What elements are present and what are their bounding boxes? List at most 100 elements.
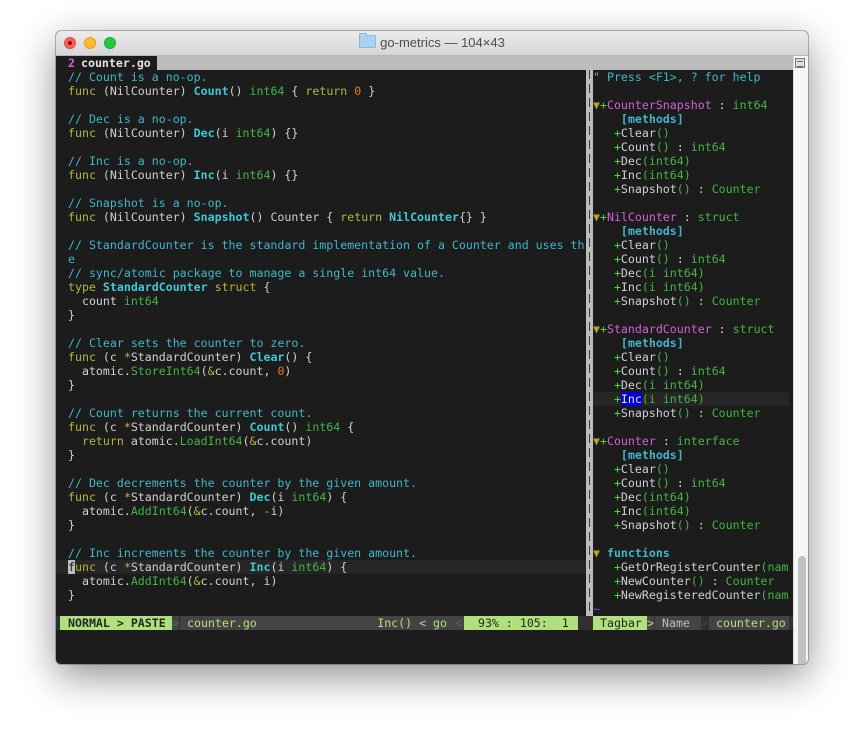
code-editor-pane[interactable]: // Count is a no-op. func (NilCounter) Co… [56,70,586,616]
tagbar-entry[interactable]: ~ [593,602,789,616]
code-line[interactable]: // StandardCounter is the standard imple… [56,238,586,252]
code-line[interactable]: // Count returns the current count. [56,406,586,420]
tagbar-entry[interactable] [593,84,789,98]
code-line[interactable] [56,98,586,112]
tagbar-entry[interactable]: +Dec(int64) [593,490,789,504]
code-line[interactable]: // sync/atomic package to manage a singl… [56,266,586,280]
tagbar-entry[interactable]: +NewRegisteredCounter(nam [593,588,789,602]
code-line[interactable] [56,322,586,336]
code-line[interactable]: func (NilCounter) Inc(i int64) {} [56,168,586,182]
tagbar-entry[interactable]: +Count() : int64 [593,140,789,154]
code-line[interactable]: } [56,378,586,392]
token: + [593,182,621,196]
code-line[interactable] [56,140,586,154]
tagbar-entry[interactable]: +Snapshot() : Counter [593,406,789,420]
tagbar-entry[interactable]: +Dec(i int64) [593,266,789,280]
code-line[interactable]: } [56,518,586,532]
tagbar-entry[interactable]: +Inc(i int64) [593,280,789,294]
tagbar-pane[interactable]: " Press <F1>, ? for help ▼+CounterSnapsh… [593,70,789,616]
tagbar-entry-current[interactable]: +Inc(i int64) [593,392,789,406]
tagbar-entry[interactable]: +Inc(int64) [593,168,789,182]
code-line[interactable] [56,462,586,476]
code-line[interactable] [56,392,586,406]
window-scrollbar[interactable] [793,56,808,664]
status-current-tag: Inc() < go [366,616,454,630]
tagbar-entry[interactable]: +Count() : int64 [593,364,789,378]
tagbar-entry[interactable]: +Clear() [593,238,789,252]
tagbar-entry[interactable]: +Count() : int64 [593,476,789,490]
tagbar-entry[interactable]: [methods] [593,336,789,350]
tagbar-entry[interactable]: [methods] [593,448,789,462]
tab-counter-go[interactable]: 2 counter.go [56,56,157,70]
code-line[interactable]: type StandardCounter struct { [56,280,586,294]
code-line[interactable]: func (c *StandardCounter) Count() int64 … [56,420,586,434]
code-line[interactable]: e [56,252,586,266]
code-line[interactable] [56,182,586,196]
tagbar-entry[interactable] [593,420,789,434]
tagbar-entry[interactable]: +Dec(i int64) [593,378,789,392]
code-line[interactable]: // Clear sets the counter to zero. [56,336,586,350]
code-line[interactable]: count int64 [56,294,586,308]
fold-arrow-icon[interactable]: ▼ [593,98,600,112]
code-line[interactable] [56,532,586,546]
code-line[interactable]: func (c *StandardCounter) Dec(i int64) { [56,490,586,504]
tagbar-entry[interactable]: +Snapshot() : Counter [593,518,789,532]
tagbar-entry[interactable]: ▼+NilCounter : struct [593,210,789,224]
token: Snapshot [620,406,677,420]
tagbar-entry[interactable]: +Dec(int64) [593,154,789,168]
code-line[interactable]: func (NilCounter) Dec(i int64) {} [56,126,586,140]
code-line[interactable]: func (NilCounter) Count() int64 { return… [56,84,586,98]
title-bar[interactable]: go-metrics — 104×43 [56,31,808,56]
scrollbar-thumb[interactable] [798,556,806,664]
token: (int64) [641,168,691,182]
code-line[interactable]: // Inc is a no-op. [56,154,586,168]
tagbar-entry[interactable]: +Inc(int64) [593,504,789,518]
code-line[interactable] [56,224,586,238]
split-view-menu-icon[interactable] [795,58,805,68]
tagbar-entry[interactable]: ▼+Counter : interface [593,434,789,448]
tagbar-entry[interactable]: ▼+StandardCounter : struct [593,322,789,336]
code-line[interactable]: // Inc increments the counter by the giv… [56,546,586,560]
code-line[interactable]: func (c *StandardCounter) Clear() { [56,350,586,364]
vim-terminal[interactable]: 2 counter.go // Count is a no-op. func (Ni… [56,56,794,664]
token: : [690,406,712,420]
vertical-split-separator[interactable] [586,70,593,630]
tagbar-entry[interactable]: +Clear() [593,350,789,364]
tagbar-entry[interactable]: +GetOrRegisterCounter(nam [593,560,789,574]
tagbar-entry[interactable]: +Clear() [593,126,789,140]
code-line[interactable]: atomic.AddInt64(&c.count, -i) [56,504,586,518]
fold-arrow-icon[interactable]: ▼ [593,210,600,224]
tagbar-entry[interactable]: +NewCounter() : Counter [593,574,789,588]
code-line[interactable]: func (NilCounter) Snapshot() Counter { r… [56,210,586,224]
tagbar-entry[interactable]: +Clear() [593,462,789,476]
code-line[interactable]: // Dec is a no-op. [56,112,586,126]
tagbar-entry[interactable]: " Press <F1>, ? for help [593,70,789,84]
tagbar-entry[interactable] [593,532,789,546]
tagbar-entry[interactable]: [methods] [593,224,789,238]
tagbar-entry[interactable]: [methods] [593,112,789,126]
tagbar-entry[interactable]: +Count() : int64 [593,252,789,266]
tagbar-entry[interactable]: ▼+CounterSnapshot : int64 [593,98,789,112]
code-line[interactable]: } [56,308,586,322]
token: : [669,476,691,490]
code-line[interactable]: // Snapshot is a no-op. [56,196,586,210]
code-line[interactable]: } [56,588,586,602]
tagbar-entry[interactable]: ▼ functions [593,546,789,560]
token: : [669,252,691,266]
code-line[interactable]: // Count is a no-op. [56,70,586,84]
code-line[interactable]: // Dec decrements the counter by the giv… [56,476,586,490]
token: NewRegisteredCounter [620,588,761,602]
fold-arrow-icon[interactable]: ▼ [593,322,600,336]
code-line[interactable]: atomic.AddInt64(&c.count, i) [56,574,586,588]
tagbar-entry[interactable] [593,196,789,210]
code-line-current[interactable]: func (c *StandardCounter) Inc(i int64) { [56,560,586,574]
fold-arrow-icon[interactable]: ▼ [593,434,600,448]
code-line[interactable]: atomic.StoreInt64(&c.count, 0) [56,364,586,378]
tagbar-entry[interactable]: +Snapshot() : Counter [593,294,789,308]
tagbar-entry[interactable]: +Snapshot() : Counter [593,182,789,196]
fold-arrow-icon[interactable]: ▼ [593,546,600,560]
code-line[interactable]: } [56,448,586,462]
status-filename: counter.go [180,616,366,630]
code-line[interactable]: return atomic.LoadInt64(&c.count) [56,434,586,448]
tagbar-entry[interactable] [593,308,789,322]
